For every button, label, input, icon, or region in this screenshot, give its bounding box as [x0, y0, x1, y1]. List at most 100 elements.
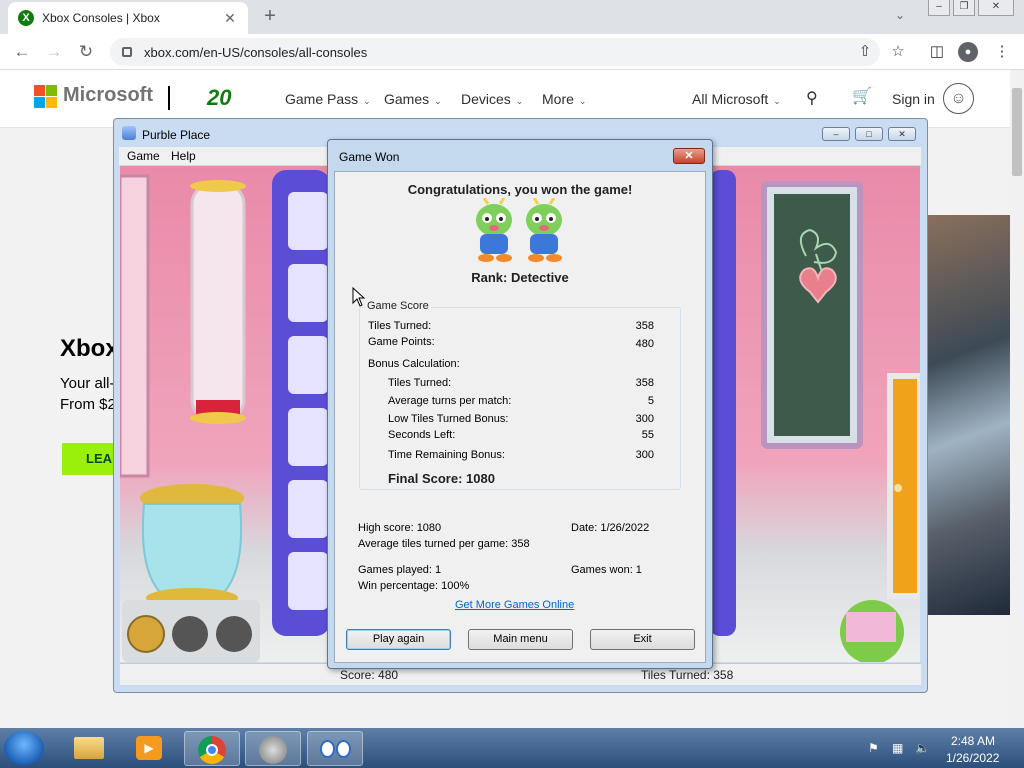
game-score-group-label: Game Score	[365, 300, 431, 312]
nav-label: Games	[384, 91, 430, 107]
microsoft-logo-icon[interactable]	[34, 85, 57, 108]
back-arrow-icon[interactable]: ←	[12, 42, 32, 62]
dialog-close-button[interactable]: ✕	[673, 148, 705, 164]
scrollbar-thumb[interactable]	[1012, 88, 1022, 176]
nav-more[interactable]: More ⌄	[542, 91, 586, 107]
seconds-left-label: Seconds Left:	[388, 429, 456, 441]
share-icon[interactable]: ⇧	[855, 42, 875, 62]
status-score: Score: 480	[340, 668, 399, 682]
game-close-button[interactable]: ✕	[888, 127, 916, 141]
minimize-window-button[interactable]: –	[928, 0, 950, 16]
nav-label: Game Pass	[285, 91, 359, 107]
chevron-down-icon: ⌄	[434, 96, 442, 106]
browser-tab[interactable]: X Xbox Consoles | Xbox ✕	[8, 2, 248, 34]
profile-avatar-icon[interactable]: ●	[958, 42, 978, 62]
game-minimize-button[interactable]: –	[822, 127, 850, 141]
side-panel-icon[interactable]: ◫	[927, 42, 947, 62]
menu-game[interactable]: Game	[127, 149, 160, 163]
nav-label: More	[542, 91, 574, 107]
chevron-down-icon: ⌄	[515, 96, 524, 106]
search-icon[interactable]: ⚲	[806, 88, 818, 108]
bonus-calculation-label: Bonus Calculation:	[368, 358, 460, 370]
more-menu-icon[interactable]: ⋮	[992, 42, 1012, 62]
nav-all-microsoft[interactable]: All Microsoft ⌄	[692, 91, 781, 107]
media-player-taskbar-icon[interactable]: ▶	[122, 731, 178, 766]
tab-search-chevron-icon[interactable]: ⌄	[895, 8, 905, 22]
avg-turns-value: 5	[647, 395, 654, 407]
chevron-down-icon: ⌄	[773, 96, 781, 106]
nav-game-pass[interactable]: Game Pass ⌄	[285, 91, 371, 107]
purble-place-taskbar-icon[interactable]	[307, 731, 363, 766]
sign-in-link[interactable]: Sign in	[892, 91, 935, 107]
tiles-turned-label: Tiles Turned:	[368, 320, 432, 332]
account-avatar-icon[interactable]: ☺	[943, 83, 974, 114]
dialog-title: Game Won	[339, 150, 400, 164]
bonus-tiles-turned-value: 358	[635, 377, 654, 389]
tab-title: Xbox Consoles | Xbox	[42, 11, 160, 25]
nav-devices[interactable]: Devices ⌄	[461, 91, 523, 107]
chrome-taskbar-icon[interactable]	[184, 731, 240, 766]
avg-turns-label: Average turns per match:	[388, 395, 512, 407]
rank-label: Rank: Detective	[471, 270, 569, 285]
address-bar[interactable]: xbox.com/en-US/consoles/all-consoles	[110, 38, 880, 66]
bookmark-star-icon[interactable]: ☆	[888, 42, 908, 62]
url-text: xbox.com/en-US/consoles/all-consoles	[144, 44, 368, 60]
menu-help[interactable]: Help	[171, 149, 196, 163]
games-played: Games played: 1	[358, 564, 442, 576]
cart-icon[interactable]: 🛒	[852, 86, 872, 106]
exit-button[interactable]: Exit	[590, 629, 695, 650]
close-tab-icon[interactable]: ✕	[222, 10, 238, 27]
chevron-down-icon: ⌄	[578, 96, 587, 106]
mouse-cursor-icon	[352, 287, 366, 307]
taskbar-time[interactable]: 2:48 AM	[951, 734, 995, 748]
header-divider	[168, 86, 170, 110]
play-again-button[interactable]: Play again	[346, 629, 451, 650]
game-points-label: Game Points:	[368, 336, 435, 348]
win-percentage: Win percentage: 100%	[358, 580, 470, 592]
hero-characters-image	[928, 215, 1010, 615]
xbox-favicon-icon: X	[18, 10, 34, 26]
bonus-tiles-turned-label: Tiles Turned:	[388, 377, 452, 389]
hero-subtitle: Your all-	[60, 375, 115, 392]
learn-more-button[interactable]: LEA	[62, 443, 117, 475]
forward-arrow-icon[interactable]: →	[44, 42, 64, 62]
time-bonus-label: Time Remaining Bonus:	[388, 449, 505, 461]
restore-window-button[interactable]: ❐	[953, 0, 975, 16]
avg-tiles-per-game: Average tiles turned per game: 358	[358, 538, 530, 550]
game-window-title: Purble Place	[142, 128, 211, 142]
nav-games[interactable]: Games ⌄	[384, 91, 442, 107]
game-maximize-button[interactable]: □	[855, 127, 883, 141]
high-score: High score: 1080	[358, 522, 442, 534]
low-tiles-bonus-value: 300	[635, 413, 654, 425]
status-tiles-turned: Tiles Turned: 358	[641, 668, 734, 682]
close-window-button[interactable]: ✕	[978, 0, 1014, 16]
get-more-games-link[interactable]: Get More Games Online	[455, 599, 574, 611]
nav-label: Devices	[461, 91, 511, 107]
chess-titans-taskbar-icon[interactable]	[245, 731, 301, 766]
volume-icon[interactable]: 🔈	[915, 741, 930, 755]
file-explorer-taskbar-icon[interactable]	[62, 731, 118, 766]
congratulations-message: Congratulations, you won the game!	[407, 182, 633, 197]
final-score: Final Score: 1080	[388, 471, 495, 486]
lock-icon	[122, 47, 132, 57]
purble-place-app-icon	[122, 126, 136, 140]
action-center-flag-icon[interactable]: ⚑	[868, 741, 879, 755]
microsoft-brand[interactable]: Microsoft	[63, 84, 153, 107]
low-tiles-bonus-label: Low Tiles Turned Bonus:	[388, 413, 509, 425]
score-date: Date: 1/26/2022	[571, 522, 650, 534]
nav-label: All Microsoft	[692, 91, 769, 107]
games-won: Games won: 1	[571, 564, 642, 576]
seconds-left-value: 55	[641, 429, 654, 441]
network-icon[interactable]: ▦	[892, 741, 903, 755]
taskbar-date[interactable]: 1/26/2022	[946, 751, 999, 765]
start-button-icon[interactable]	[4, 731, 44, 765]
xbox-20-logo[interactable]: 20	[207, 85, 231, 111]
main-menu-button[interactable]: Main menu	[468, 629, 573, 650]
rank-mascots-icon	[476, 198, 562, 262]
reload-icon[interactable]: ↻	[76, 42, 96, 62]
time-bonus-value: 300	[635, 449, 654, 461]
new-tab-button[interactable]: +	[258, 6, 282, 28]
tiles-turned-value: 358	[635, 320, 654, 332]
hero-price: From $2	[60, 396, 116, 413]
game-points-value: 480	[635, 338, 654, 350]
